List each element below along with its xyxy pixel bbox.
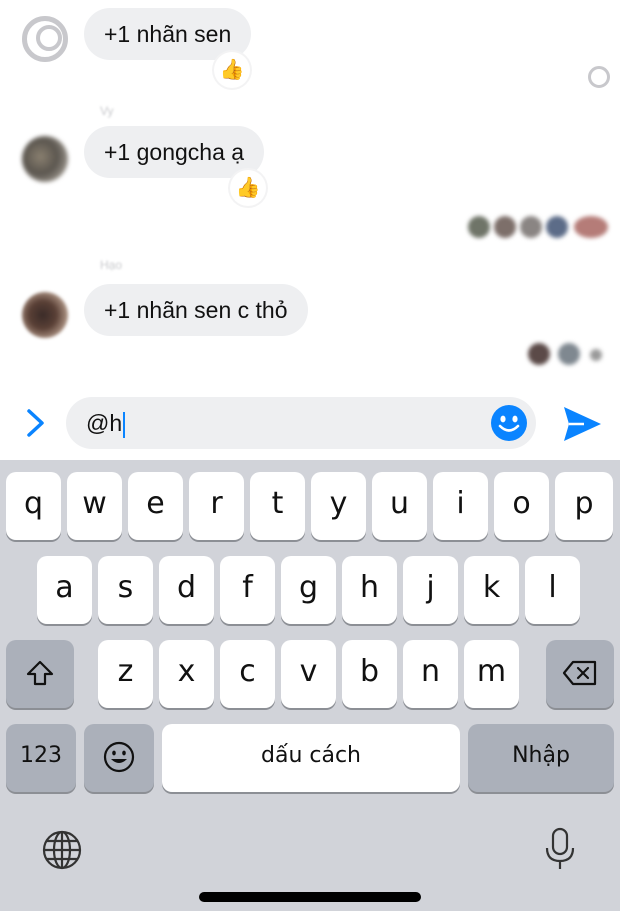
message-row: +1 nhãn sen 👍 — [0, 8, 620, 88]
key-a[interactable]: a — [37, 556, 92, 624]
seen-receipt-avatar — [494, 216, 516, 238]
seen-receipt-avatar — [590, 349, 602, 361]
shift-icon — [25, 654, 55, 689]
key-i[interactable]: i — [433, 472, 488, 540]
key-n[interactable]: n — [403, 640, 458, 708]
sender-name: Hạo — [100, 258, 123, 272]
message-text: +1 nhãn sen c thỏ — [104, 297, 288, 323]
chat-thread[interactable]: +1 nhãn sen 👍 Vy +1 gongcha ạ 👍 Hạo +1 n… — [0, 0, 620, 388]
seen-receipt-avatar — [574, 216, 608, 238]
message-bubble[interactable]: +1 gongcha ạ — [84, 126, 265, 178]
chevron-right-icon[interactable] — [18, 406, 52, 440]
microphone-icon[interactable] — [538, 826, 582, 870]
message-row: +1 gongcha ạ 👍 — [0, 126, 620, 206]
key-m[interactable]: m — [464, 640, 519, 708]
thumbs-up-reaction-icon[interactable]: 👍 — [214, 52, 250, 88]
key-y[interactable]: y — [311, 472, 366, 540]
avatar[interactable] — [22, 136, 68, 182]
key-v[interactable]: v — [281, 640, 336, 708]
seen-receipt-avatar — [588, 66, 610, 88]
message-bubble[interactable]: +1 nhãn sen c thỏ — [84, 284, 308, 336]
key-o[interactable]: o — [494, 472, 549, 540]
shift-key[interactable] — [6, 640, 74, 708]
backspace-icon — [562, 654, 598, 689]
smiley-icon[interactable] — [490, 404, 528, 442]
key-h[interactable]: h — [342, 556, 397, 624]
key-t[interactable]: t — [250, 472, 305, 540]
emoji-icon — [102, 738, 136, 773]
key-x[interactable]: x — [159, 640, 214, 708]
message-input-value: @h — [86, 397, 126, 449]
message-text: +1 nhãn sen — [104, 21, 232, 47]
key-b[interactable]: b — [342, 640, 397, 708]
key-f[interactable]: f — [220, 556, 275, 624]
space-key[interactable]: dấu cách — [162, 724, 460, 792]
messenger-screen: +1 nhãn sen 👍 Vy +1 gongcha ạ 👍 Hạo +1 n… — [0, 0, 620, 911]
key-d[interactable]: d — [159, 556, 214, 624]
numbers-key[interactable]: 123 — [6, 724, 76, 792]
keyboard: q w e r t y u i o p a s d f g h j k l z … — [0, 460, 620, 911]
seen-receipt-avatar — [528, 343, 550, 365]
home-indicator[interactable] — [199, 892, 421, 902]
text-caret — [123, 411, 126, 438]
message-text: +1 gongcha ạ — [104, 139, 245, 165]
key-g[interactable]: g — [281, 556, 336, 624]
sender-name: Vy — [100, 104, 114, 118]
message-input[interactable]: @h — [66, 397, 536, 449]
send-icon[interactable] — [560, 404, 604, 444]
key-q[interactable]: q — [6, 472, 61, 540]
key-r[interactable]: r — [189, 472, 244, 540]
key-j[interactable]: j — [403, 556, 458, 624]
message-row: +1 nhãn sen c thỏ — [0, 284, 620, 340]
globe-icon[interactable] — [40, 828, 84, 872]
key-l[interactable]: l — [525, 556, 580, 624]
key-w[interactable]: w — [67, 472, 122, 540]
key-s[interactable]: s — [98, 556, 153, 624]
seen-receipt-avatar — [558, 343, 580, 365]
delete-key[interactable] — [546, 640, 614, 708]
message-composer: @h — [0, 388, 620, 460]
avatar[interactable] — [22, 292, 68, 338]
avatar[interactable] — [22, 16, 68, 62]
key-c[interactable]: c — [220, 640, 275, 708]
key-p[interactable]: p — [555, 472, 613, 540]
seen-receipt-avatar — [520, 216, 542, 238]
key-e[interactable]: e — [128, 472, 183, 540]
key-k[interactable]: k — [464, 556, 519, 624]
return-key[interactable]: Nhập — [468, 724, 614, 792]
seen-receipt-avatar — [546, 216, 568, 238]
key-u[interactable]: u — [372, 472, 427, 540]
seen-receipt-avatar — [468, 216, 490, 238]
emoji-key[interactable] — [84, 724, 154, 792]
thumbs-up-reaction-icon[interactable]: 👍 — [230, 170, 266, 206]
key-z[interactable]: z — [98, 640, 153, 708]
